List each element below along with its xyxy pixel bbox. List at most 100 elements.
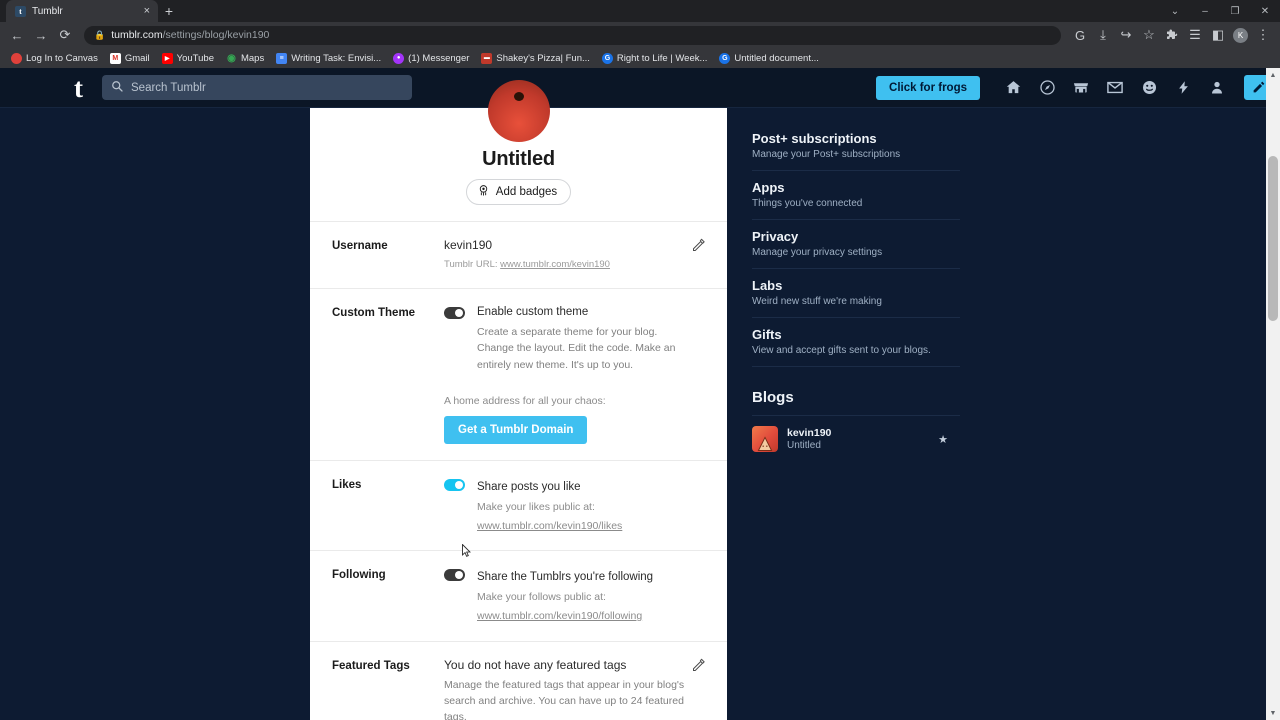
shop-icon[interactable] [1066, 73, 1096, 103]
search-icon [111, 80, 123, 95]
bookmark-item[interactable]: Log In to Canvas [6, 52, 103, 65]
get-tumblr-domain-button[interactable]: Get a Tumblr Domain [444, 415, 588, 444]
blogs-heading: Blogs [752, 389, 794, 406]
bookmark-item[interactable]: G Right to Life | Week... [597, 52, 712, 65]
custom-theme-label: Custom Theme [332, 306, 416, 319]
blog-avatar[interactable] [487, 80, 550, 142]
bookmark-item[interactable]: G Untitled document... [714, 52, 824, 65]
reading-list-icon[interactable]: ☰ [1184, 24, 1206, 46]
enable-custom-theme-label: Enable custom theme [477, 305, 589, 318]
following-sub-text: Make your follows public at: [477, 591, 606, 604]
docs-icon: ≡ [276, 52, 288, 64]
reload-icon[interactable]: ⟳ [54, 24, 76, 46]
page-body: Untitled Add badges Username kevin190 Tu… [0, 80, 1280, 720]
sidebar-item-labs[interactable]: Labs Weird new stuff we're making [752, 269, 960, 318]
tumblr-live-icon[interactable] [1168, 73, 1198, 103]
maximize-button[interactable]: ❐ [1220, 0, 1250, 22]
profile-avatar[interactable]: K [1233, 27, 1248, 43]
new-tab-button[interactable]: + [158, 0, 180, 22]
close-tab-icon[interactable]: × [142, 5, 152, 17]
share-following-toggle[interactable] [444, 569, 465, 582]
featured-tags-value: You do not have any featured tags [444, 657, 627, 672]
scrollbar-thumb[interactable] [1268, 156, 1278, 321]
blog-list-title: Untitled [787, 440, 821, 451]
activity-icon[interactable] [1134, 73, 1164, 103]
home-icon[interactable] [998, 73, 1028, 103]
toggle-knob [455, 571, 463, 580]
window-controls: ⌄ – ❐ ✕ [1160, 0, 1280, 22]
split-view-icon[interactable]: ◧ [1207, 24, 1229, 46]
account-icon[interactable] [1202, 73, 1232, 103]
browser-tab-tumblr[interactable]: t Tumblr × [6, 0, 158, 22]
likes-public-link[interactable]: www.tumblr.com/kevin190/likes [477, 520, 622, 532]
bookmark-label: Writing Task: Envisi... [291, 52, 382, 64]
tumblr-url-link[interactable]: www.tumblr.com/kevin190 [500, 259, 610, 270]
bookmark-item[interactable]: ≡ Writing Task: Envisi... [271, 52, 386, 65]
chrome-menu-icon[interactable]: ⋮ [1252, 24, 1274, 46]
enable-custom-theme-toggle[interactable] [444, 306, 465, 319]
downloads-icon[interactable]: ⤓ [1092, 24, 1114, 46]
share-following-label: Share the Tumblrs you're following [477, 571, 654, 584]
bookmark-item[interactable]: ▬ Shakey's Pizza| Fun... [476, 52, 595, 65]
custom-theme-body: Enable custom theme Create a separate th… [444, 305, 707, 444]
bookmark-item[interactable]: ▶ YouTube [157, 52, 219, 65]
bookmark-label: Log In to Canvas [26, 52, 98, 64]
badge-icon [477, 184, 490, 200]
tumblr-nav: Click for frogs [876, 73, 1272, 103]
forward-icon[interactable]: → [30, 24, 52, 46]
explore-icon[interactable] [1032, 73, 1062, 103]
edit-featured-tags-pencil-icon[interactable] [691, 658, 707, 674]
share-likes-toggle[interactable] [444, 478, 465, 491]
bookmark-item[interactable]: ◉ Maps [221, 52, 269, 65]
following-public-link[interactable]: www.tumblr.com/kevin190/following [477, 610, 642, 622]
google-icon: G [719, 52, 731, 64]
bookmarks-bar: Log In to Canvas M Gmail ▶ YouTube ◉ Map… [0, 48, 1280, 68]
bookmark-item[interactable]: ● (1) Messenger [388, 52, 474, 65]
share-icon[interactable]: ↪ [1115, 24, 1137, 46]
scroll-down-arrow-icon[interactable]: ▼ [1266, 706, 1280, 720]
likes-sub-text: Make your likes public at: [477, 500, 595, 513]
bookmark-label: Maps [240, 52, 265, 64]
edit-username-pencil-icon[interactable] [691, 238, 707, 254]
share-likes-label: Share posts you like [477, 480, 581, 493]
scroll-up-arrow-icon[interactable]: ▲ [1266, 68, 1280, 82]
canvas-icon [11, 52, 22, 64]
page-scrollbar[interactable]: ▲ ▼ [1266, 68, 1280, 720]
close-window-button[interactable]: ✕ [1250, 0, 1280, 22]
toggle-knob [455, 480, 463, 489]
bookmark-item[interactable]: M Gmail [105, 52, 155, 65]
extensions-icon[interactable] [1161, 24, 1183, 46]
username-url: Tumblr URL: www.tumblr.com/kevin190 [444, 258, 685, 272]
sidebar-item-sub: View and accept gifts sent to your blogs… [752, 345, 931, 356]
search-input[interactable]: Search Tumblr [102, 75, 412, 100]
back-icon[interactable]: ← [6, 24, 28, 46]
minimize-button[interactable]: – [1190, 0, 1220, 22]
sidebar-item-privacy[interactable]: Privacy Manage your privacy settings [752, 220, 960, 269]
sidebar-item-post-subscriptions[interactable]: Post+ subscriptions Manage your Post+ su… [752, 122, 960, 171]
google-lens-icon[interactable]: G [1069, 24, 1091, 46]
setting-row-featured-tags: Featured Tags You do not have any featur… [310, 640, 727, 720]
sidebar-item-gifts[interactable]: Gifts View and accept gifts sent to your… [752, 318, 960, 367]
sidebar-item-title: Labs [752, 278, 783, 293]
sidebar-item-apps[interactable]: Apps Things you've connected [752, 171, 960, 220]
add-badges-button[interactable]: Add badges [465, 179, 572, 205]
blog-settings-card: Untitled Add badges Username kevin190 Tu… [310, 80, 727, 720]
username-label: Username [332, 240, 388, 252]
custom-theme-toggle-line: Enable custom theme [444, 305, 685, 319]
bookmark-star-icon[interactable]: ☆ [1138, 24, 1160, 46]
tumblr-logo-icon[interactable]: t [74, 74, 96, 102]
browser-window: t Tumblr × + ⌄ – ❐ ✕ ← → ⟳ 🔒 tumblr.com/… [0, 0, 1280, 720]
chevron-down-icon[interactable]: ⌄ [1160, 0, 1190, 22]
setting-row-following: Following Share the Tumblrs you're follo… [310, 550, 727, 641]
settings-sidebar: Post+ subscriptions Manage your Post+ su… [752, 122, 960, 452]
setting-row-custom-theme: Custom Theme Enable custom theme Create … [310, 287, 727, 460]
toolbar-right-icons: G ⤓ ↪ ☆ ☰ ◧ K ⋮ [1069, 24, 1274, 46]
address-bar[interactable]: 🔒 tumblr.com/settings/blog/kevin190 [84, 25, 1061, 45]
primary-blog-star-icon[interactable]: ★ [938, 433, 948, 446]
messages-icon[interactable] [1100, 73, 1130, 103]
blog-list-item[interactable]: kevin190 Untitled ★ [752, 415, 960, 452]
messenger-icon: ● [393, 52, 405, 64]
bookmark-label: YouTube [176, 52, 214, 64]
click-for-frogs-button[interactable]: Click for frogs [876, 75, 980, 100]
likes-toggle-line: Share posts you like Make your likes pub… [444, 477, 685, 535]
